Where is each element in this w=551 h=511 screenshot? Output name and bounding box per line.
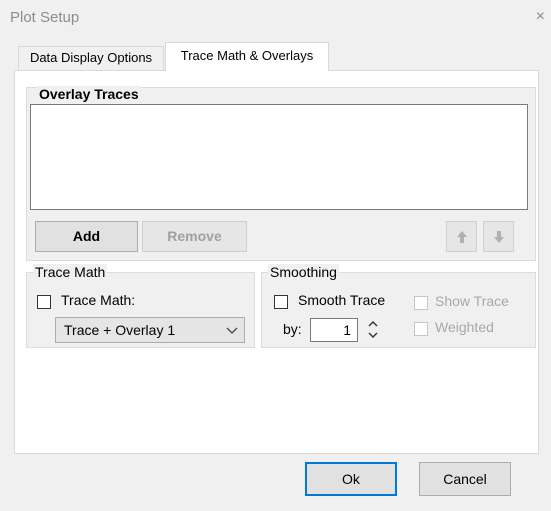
- weighted-checkbox[interactable]: [414, 322, 428, 336]
- title-bar: Plot Setup ×: [0, 0, 551, 36]
- trace-math-select[interactable]: Trace + Overlay 1: [55, 317, 245, 343]
- cancel-button[interactable]: Cancel: [419, 462, 511, 496]
- spinner-arrows[interactable]: [366, 318, 380, 342]
- overlay-traces-list[interactable]: [30, 104, 528, 210]
- trace-math-label: Trace Math:: [61, 292, 136, 308]
- smoothing-group: Smoothing: [261, 264, 536, 348]
- show-trace-checkbox[interactable]: [414, 296, 428, 310]
- chevron-down-icon: [226, 321, 238, 338]
- window-title: Plot Setup: [10, 9, 80, 26]
- arrow-down-icon: [493, 231, 504, 243]
- tab-trace-math-overlays[interactable]: Trace Math & Overlays: [165, 42, 329, 71]
- trace-math-checkbox[interactable]: [37, 295, 51, 309]
- trace-math-select-value: Trace + Overlay 1: [64, 322, 176, 338]
- move-up-button[interactable]: [446, 221, 477, 252]
- spin-down-icon[interactable]: [368, 330, 378, 340]
- smoothing-by-value: 1: [343, 322, 351, 338]
- smoothing-by-spinner[interactable]: 1: [310, 318, 358, 342]
- ok-button[interactable]: Ok: [305, 462, 397, 496]
- close-icon[interactable]: ×: [536, 8, 545, 26]
- by-label: by:: [283, 321, 302, 337]
- show-trace-label: Show Trace: [435, 293, 509, 309]
- weighted-label: Weighted: [435, 319, 494, 335]
- spin-up-icon[interactable]: [368, 319, 378, 329]
- smoothing-title: Smoothing: [268, 264, 339, 280]
- arrow-up-icon: [456, 231, 467, 243]
- trace-math-title: Trace Math: [33, 264, 108, 280]
- add-button[interactable]: Add: [35, 221, 138, 252]
- overlay-traces-title: Overlay Traces: [37, 86, 141, 102]
- smooth-trace-label: Smooth Trace: [298, 292, 386, 308]
- smooth-trace-checkbox[interactable]: [274, 295, 288, 309]
- tab-data-display-options[interactable]: Data Display Options: [18, 46, 164, 70]
- remove-button[interactable]: Remove: [142, 221, 247, 252]
- move-down-button[interactable]: [483, 221, 514, 252]
